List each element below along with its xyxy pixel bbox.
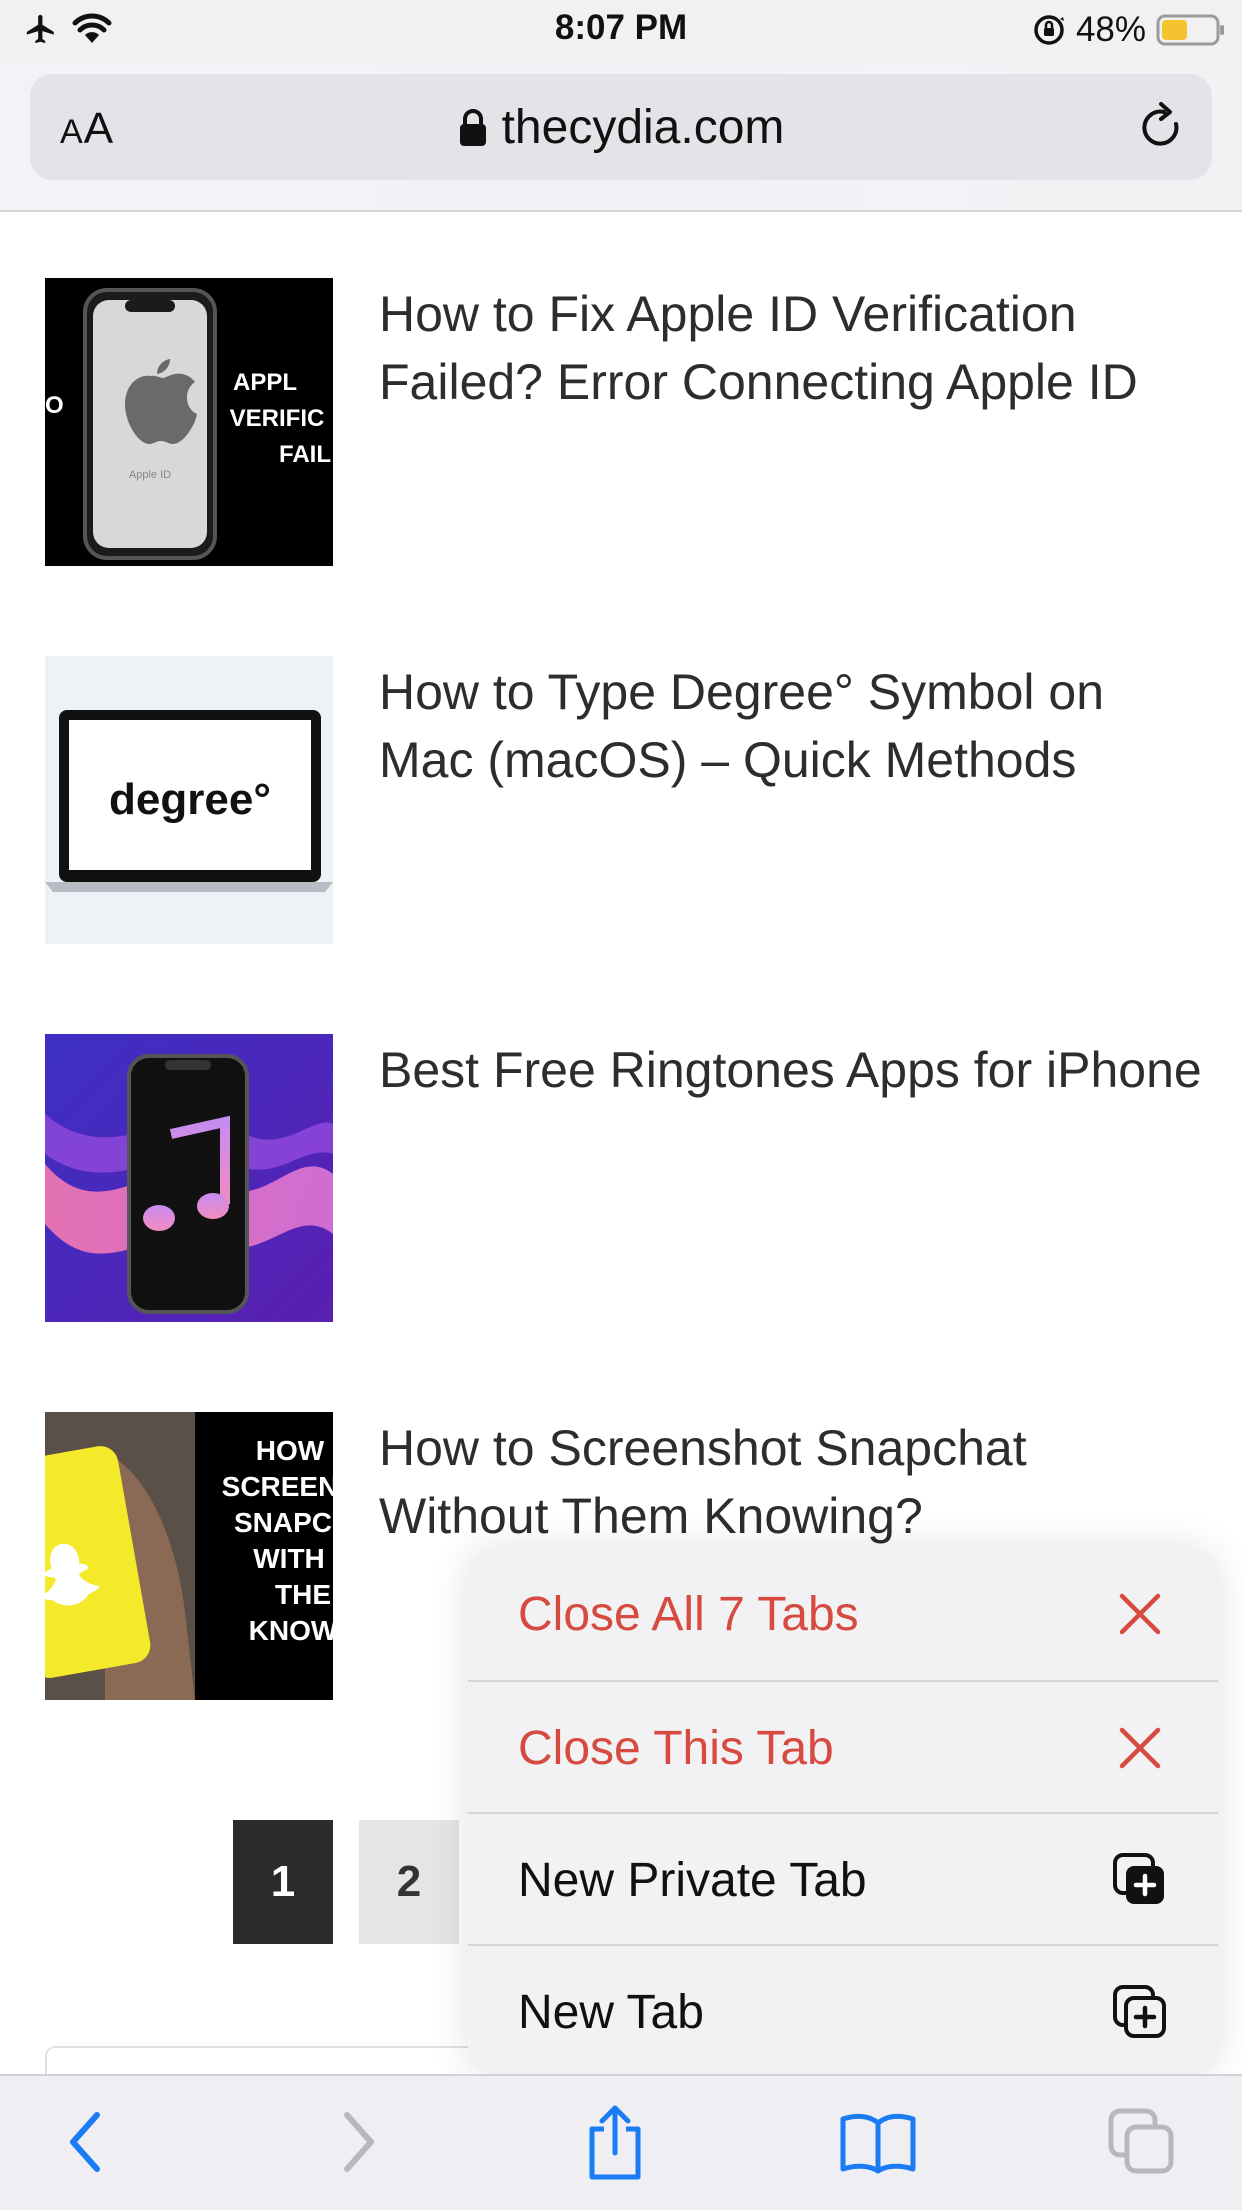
orientation-lock-icon [1034,15,1064,45]
browser-top-bar: AA thecydia.com [0,62,1242,212]
article-title[interactable]: Best Free Ringtones Apps for iPhone [379,1036,1209,1104]
forward-icon[interactable] [318,2102,398,2182]
thumb-text: degree° [109,775,271,824]
article-thumbnail[interactable] [45,1034,333,1322]
thumb-text-line: VERIFIC [230,405,325,432]
share-icon[interactable] [575,2102,655,2182]
article-item[interactable]: degree° How to Type Degree° Symbol on Ma… [45,656,1195,944]
article-thumbnail[interactable]: HOW SCREEN SNAPC WITH THE KNOW [45,1412,333,1700]
menu-item-label: New Private Tab [518,1853,867,1907]
degree-thumbnail-art: degree° [45,710,333,892]
close-this-tab-menu-item[interactable]: Close This Tab [468,1680,1218,1814]
thumb-text-line: SCREEN [222,1471,333,1502]
thumb-text-line: HOW [256,1435,325,1466]
article-title[interactable]: How to Type Degree° Symbol on Mac (macOS… [379,658,1209,794]
article-thumbnail[interactable]: degree° [45,656,333,944]
tabs-icon[interactable] [1102,2102,1182,2182]
article-item[interactable]: Apple ID O APPL VERIFIC FAIL How to Fix … [45,278,1195,566]
address-bar[interactable]: AA thecydia.com [30,74,1212,180]
battery-icon [1156,14,1224,46]
new-tab-menu-item[interactable]: New Tab [468,1944,1218,2076]
thumb-text-line: WITH [253,1543,325,1574]
url-text: thecydia.com [501,101,785,154]
thumb-left-text: O [45,392,64,419]
close-icon [1112,1720,1168,1776]
reload-icon[interactable] [1134,100,1190,156]
tabs-context-menu: Close All 7 Tabs Close This Tab New Priv… [468,1548,1218,2076]
menu-item-label: Close All 7 Tabs [518,1587,859,1641]
status-bar: 8:07 PM 48% [0,0,1242,62]
apple-id-thumbnail-art: Apple ID O APPL VERIFIC FAIL [45,288,331,560]
new-private-tab-menu-item[interactable]: New Private Tab [468,1812,1218,1946]
thumb-text-line: FAIL [279,441,331,468]
url-display[interactable]: thecydia.com [30,100,1212,155]
lock-icon [459,108,486,146]
menu-item-label: New Tab [518,1985,704,2039]
bottom-toolbar [0,2074,1242,2210]
thumb-text-line: KNOW [249,1615,333,1646]
thumb-text-line: SNAPC [234,1507,332,1538]
thumb-text-line: APPL [233,369,297,396]
snapchat-thumbnail-art: HOW SCREEN SNAPC WITH THE KNOW [45,1412,333,1700]
ringtone-thumbnail-art [45,1034,333,1322]
pagination-page-2[interactable]: 2 [359,1820,459,1944]
thumb-text-line: THE [275,1579,331,1610]
article-title[interactable]: How to Fix Apple ID Verification Failed?… [379,280,1209,416]
battery-fill [1162,20,1187,40]
new-tab-plus-icon [1112,1984,1168,2040]
thumb-small-text: Apple ID [129,469,171,481]
article-title[interactable]: How to Screenshot Snapchat Without Them … [379,1414,1209,1550]
close-all-tabs-menu-item[interactable]: Close All 7 Tabs [468,1548,1218,1680]
article-item[interactable]: Best Free Ringtones Apps for iPhone [45,1034,1202,1322]
bookmarks-icon[interactable] [838,2102,918,2182]
article-thumbnail[interactable]: Apple ID O APPL VERIFIC FAIL [45,278,333,566]
menu-item-label: Close This Tab [518,1721,834,1775]
back-icon[interactable] [46,2102,126,2182]
private-tab-plus-icon [1112,1852,1168,1908]
status-right: 48% [1032,10,1226,50]
close-icon [1112,1586,1168,1642]
battery-percent: 48% [1075,10,1146,49]
pagination-page-1[interactable]: 1 [233,1820,333,1944]
